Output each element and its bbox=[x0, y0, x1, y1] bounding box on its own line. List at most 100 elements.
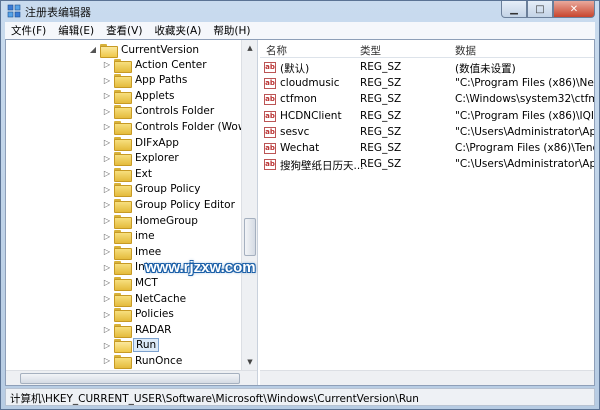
tree-node[interactable]: ▷ Action Center bbox=[102, 57, 209, 73]
tree-node[interactable]: ▷ Policies bbox=[102, 307, 176, 323]
tree-node[interactable]: ▷ Imee bbox=[102, 244, 163, 260]
list-item[interactable]: ab ctfmon REG_SZ C:\Windows\system32\ctfmon… bbox=[260, 92, 594, 108]
menu-file[interactable]: 文件(F) bbox=[5, 23, 52, 38]
minimize-button[interactable]: ▁ bbox=[501, 1, 527, 18]
menu-help[interactable]: 帮助(H) bbox=[207, 23, 256, 38]
expand-icon[interactable]: ▷ bbox=[102, 278, 112, 287]
folder-icon bbox=[114, 58, 132, 73]
folder-icon bbox=[114, 339, 132, 354]
watermark: www.rjzxw.com bbox=[145, 259, 256, 276]
expand-icon[interactable]: ▷ bbox=[102, 325, 112, 334]
scroll-down-arrow-icon[interactable]: ▼ bbox=[242, 354, 257, 370]
window-controls: ▁ □ ✕ bbox=[501, 1, 595, 19]
maximize-button[interactable]: □ bbox=[527, 1, 553, 18]
tree-node[interactable]: ▷ Controls Folder (Wow64 bbox=[102, 119, 257, 135]
folder-icon bbox=[114, 105, 132, 120]
scroll-up-arrow-icon[interactable]: ▲ bbox=[242, 40, 257, 56]
tree-node[interactable]: ▷ App Paths bbox=[102, 73, 189, 89]
folder-icon bbox=[114, 136, 132, 151]
column-header-type[interactable]: 类型 bbox=[360, 43, 381, 58]
tree-node[interactable]: ▷ RunOnce bbox=[102, 353, 184, 369]
values-list: 名称 类型 数据 ab (默认) REG_SZ (数值未设置) ab cloudmusic… bbox=[260, 40, 594, 385]
tree-node[interactable]: ▷ Explorer bbox=[102, 151, 181, 167]
value-name: ctfmon bbox=[280, 93, 317, 106]
tree-node-label: RunOnce bbox=[135, 354, 183, 367]
expand-icon[interactable]: ▷ bbox=[102, 154, 112, 163]
list-item[interactable]: ab cloudmusic REG_SZ "C:\Program Files (x86… bbox=[260, 76, 594, 92]
tree-node[interactable]: ▷ Ext bbox=[102, 166, 154, 182]
scroll-thumb[interactable] bbox=[20, 373, 240, 384]
list-item[interactable]: ab 搜狗壁纸日历天... REG_SZ "C:\Users\Administrato… bbox=[260, 157, 594, 173]
expand-icon[interactable]: ▷ bbox=[102, 247, 112, 256]
expand-icon[interactable]: ▷ bbox=[102, 138, 112, 147]
tree-node[interactable]: ▷ Controls Folder bbox=[102, 104, 216, 120]
expand-icon[interactable]: ▷ bbox=[102, 263, 112, 272]
tree-vertical-scrollbar[interactable]: ▲ ▼ bbox=[241, 40, 257, 370]
string-value-icon: ab bbox=[264, 62, 276, 73]
title-bar[interactable]: 注册表编辑器 ▁ □ ✕ bbox=[1, 1, 599, 21]
tree-node-label: CurrentVersion bbox=[121, 43, 200, 56]
list-item[interactable]: ab Wechat REG_SZ C:\Program Files (x86)\Ten… bbox=[260, 141, 594, 157]
folder-icon bbox=[114, 261, 132, 276]
tree-node[interactable]: ▷ MCT bbox=[102, 275, 160, 291]
expand-icon[interactable]: ▷ bbox=[102, 185, 112, 194]
tree-node-label: Run bbox=[133, 338, 160, 353]
tree-node[interactable]: ▷ Group Policy bbox=[102, 182, 203, 198]
expand-icon[interactable]: ▷ bbox=[102, 216, 112, 225]
tree-node-label: MCT bbox=[135, 276, 158, 289]
folder-icon bbox=[114, 74, 132, 89]
expand-icon[interactable]: ▷ bbox=[102, 200, 112, 209]
expand-icon[interactable]: ▷ bbox=[102, 91, 112, 100]
expand-icon[interactable]: ▷ bbox=[102, 60, 112, 69]
string-value-icon: ab bbox=[264, 126, 276, 138]
folder-icon bbox=[114, 276, 132, 291]
tree-node-currentversion[interactable]: ◢ CurrentVersion bbox=[88, 42, 201, 58]
value-data: (数值未设置) bbox=[455, 63, 516, 75]
collapse-icon[interactable]: ◢ bbox=[88, 45, 98, 54]
tree-node-label: App Paths bbox=[135, 74, 188, 87]
expand-icon[interactable]: ▷ bbox=[102, 76, 112, 85]
tree-node-label: HomeGroup bbox=[135, 214, 198, 227]
close-button[interactable]: ✕ bbox=[553, 1, 595, 18]
tree-horizontal-scrollbar[interactable] bbox=[6, 370, 257, 385]
column-header-data[interactable]: 数据 bbox=[455, 43, 476, 58]
folder-icon bbox=[114, 167, 132, 182]
tree-node[interactable]: ▷ RADAR bbox=[102, 322, 173, 338]
value-type: REG_SZ bbox=[360, 125, 402, 138]
scroll-thumb[interactable] bbox=[244, 218, 256, 256]
string-value-icon: ab bbox=[264, 110, 276, 122]
expand-icon[interactable]: ▷ bbox=[102, 122, 112, 131]
expand-icon[interactable]: ▷ bbox=[102, 107, 112, 116]
tree-node[interactable]: ▷ DIFxApp bbox=[102, 135, 181, 151]
tree-node-label: Controls Folder bbox=[135, 105, 215, 118]
tree-node[interactable]: ▷ Group Policy Editor bbox=[102, 197, 237, 213]
value-name: 搜狗壁纸日历天... bbox=[280, 160, 364, 173]
list-horizontal-scrollbar[interactable] bbox=[260, 370, 594, 385]
menu-view[interactable]: 查看(V) bbox=[100, 23, 148, 38]
tree-node[interactable]: ▷ ime bbox=[102, 229, 157, 245]
tree-node-label: Imee bbox=[135, 245, 162, 258]
expand-icon[interactable]: ▷ bbox=[102, 294, 112, 303]
tree-node[interactable]: ▷ Applets bbox=[102, 88, 176, 104]
expand-icon[interactable]: ▷ bbox=[102, 232, 112, 241]
list-item[interactable]: ab HCDNClient REG_SZ "C:\Program Files (x86… bbox=[260, 109, 594, 125]
folder-icon bbox=[114, 120, 132, 135]
expand-icon[interactable]: ▷ bbox=[102, 356, 112, 365]
menu-favorites[interactable]: 收藏夹(A) bbox=[148, 23, 207, 38]
expand-icon[interactable]: ▷ bbox=[102, 341, 112, 350]
menu-edit[interactable]: 编辑(E) bbox=[52, 23, 100, 38]
folder-icon bbox=[114, 152, 132, 167]
expand-icon[interactable]: ▷ bbox=[102, 169, 112, 178]
tree-node-label: Ext bbox=[135, 167, 152, 180]
string-value-icon: ab bbox=[264, 78, 276, 90]
tree-node[interactable]: ▷ Run bbox=[102, 338, 160, 354]
list-item[interactable]: ab (默认) REG_SZ (数值未设置) bbox=[260, 60, 594, 76]
tree-node[interactable]: ▷ HomeGroup bbox=[102, 213, 200, 229]
tree-node[interactable]: ▷ NetCache bbox=[102, 291, 188, 307]
expand-icon[interactable]: ▷ bbox=[102, 310, 112, 319]
list-item[interactable]: absesvc REG_SZ "C:\Users\Administrator\App… bbox=[260, 125, 594, 141]
column-header-name[interactable]: 名称 bbox=[266, 43, 287, 58]
registry-tree: ◢ CurrentVersion ▷ Action Center ▷ App Path… bbox=[6, 40, 258, 385]
value-type: REG_SZ bbox=[360, 77, 402, 90]
tree-node-label: ime bbox=[135, 230, 155, 243]
